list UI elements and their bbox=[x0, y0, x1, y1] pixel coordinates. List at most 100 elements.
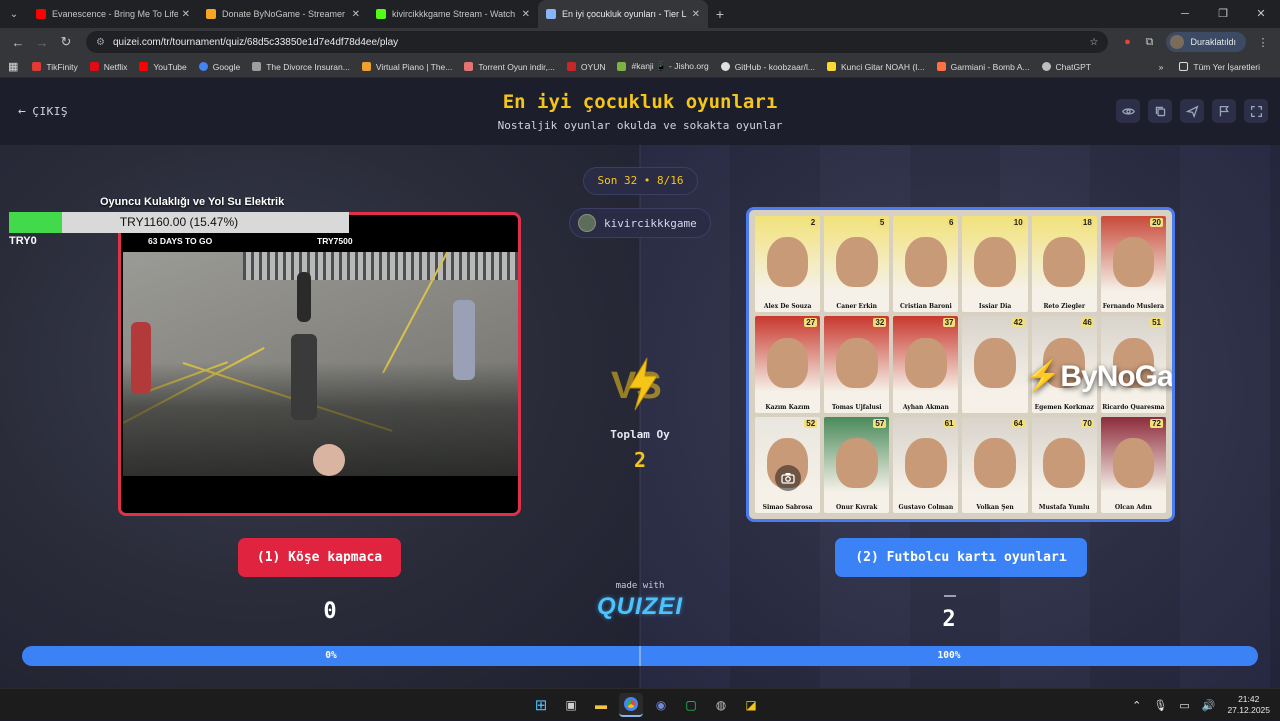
player-name: Gustavo Colman bbox=[898, 504, 954, 511]
volume-icon[interactable]: 🔊 bbox=[1202, 699, 1216, 712]
player-card: 72 Olcan Adın bbox=[1100, 416, 1166, 513]
extension-icon[interactable]: ● bbox=[1116, 36, 1138, 48]
camera-icon[interactable] bbox=[775, 465, 801, 491]
donation-progress-bar: TRY1160.00 (15.47%) bbox=[9, 212, 349, 233]
reload-icon[interactable]: ↻ bbox=[54, 34, 78, 50]
minimize-icon[interactable]: ─ bbox=[1166, 0, 1204, 28]
close-tab-icon[interactable]: ✕ bbox=[352, 9, 360, 20]
bookmark-favicon bbox=[936, 62, 946, 71]
app-icon[interactable]: ◪ bbox=[739, 693, 763, 717]
close-window-icon[interactable]: ✕ bbox=[1242, 0, 1280, 28]
player-name: Fernando Muslera bbox=[1102, 303, 1165, 311]
browser-menu-icon[interactable]: ⋮ bbox=[1252, 36, 1274, 49]
option-1-card[interactable] bbox=[118, 212, 521, 516]
system-clock[interactable]: 21:42 27.12.2025 bbox=[1227, 694, 1270, 716]
option-1-score: 0 bbox=[323, 599, 337, 624]
youtube-icon bbox=[36, 9, 46, 19]
bookmark-item[interactable]: #kanji 📱 - Jisho.org bbox=[617, 61, 709, 72]
option-2-card[interactable]: 2 Alex De Souza 5 Caner Erkin 6 Cristian Baro… bbox=[746, 207, 1175, 522]
player-number: 18 bbox=[1080, 218, 1094, 227]
back-icon[interactable]: ← bbox=[6, 35, 30, 50]
github-icon bbox=[720, 62, 730, 71]
round-indicator: Son 32 • 8/16 bbox=[583, 167, 698, 195]
quizei-logo[interactable]: QUIZEI bbox=[590, 593, 690, 621]
player-photo bbox=[1112, 237, 1155, 288]
all-bookmarks-folder[interactable]: Tüm Yer İşaretleri bbox=[1179, 62, 1260, 72]
bookmark-item[interactable]: The Divorce Insuran... bbox=[252, 62, 350, 72]
vote-option-1-button[interactable]: (1) Köşe kapmaca bbox=[238, 538, 401, 577]
discord-icon[interactable]: ◉ bbox=[649, 693, 673, 717]
browser-tab[interactable]: Donate ByNoGame - Streamer ✕ bbox=[198, 0, 368, 28]
option-1-image bbox=[123, 252, 518, 476]
new-tab-button[interactable]: + bbox=[708, 6, 732, 22]
bookmark-star-icon[interactable]: ☆ bbox=[1090, 37, 1099, 48]
bookmark-item[interactable]: ChatGPT bbox=[1041, 62, 1091, 72]
option-2-score: 2 bbox=[942, 607, 956, 632]
bookmark-favicon bbox=[566, 62, 576, 71]
bookmark-item[interactable]: OYUN bbox=[566, 62, 605, 72]
quizei-icon bbox=[546, 9, 556, 19]
bookmark-item[interactable]: TikFinity bbox=[32, 62, 78, 72]
close-tab-icon[interactable]: ✕ bbox=[182, 9, 190, 20]
tab-search-icon[interactable]: ⌄ bbox=[0, 0, 28, 28]
eye-button[interactable] bbox=[1116, 99, 1140, 123]
player-card: 5 Caner Erkin bbox=[824, 216, 890, 313]
clock-date: 27.12.2025 bbox=[1227, 705, 1270, 715]
task-view-icon[interactable]: ▣ bbox=[559, 693, 583, 717]
network-icon[interactable]: ▭ bbox=[1179, 699, 1189, 712]
player-name: Ayhan Akman bbox=[902, 403, 949, 411]
profile-button[interactable]: Duraklatıldı bbox=[1166, 32, 1246, 52]
player-card: 20 Fernando Muslera bbox=[1100, 216, 1166, 313]
vote-option-2-button[interactable]: (2) Futbolcu kartı oyunları bbox=[835, 538, 1087, 577]
steam-icon[interactable]: ◍ bbox=[709, 693, 733, 717]
bookmark-item[interactable]: Netflix bbox=[89, 62, 127, 72]
forward-icon[interactable]: → bbox=[30, 35, 54, 50]
extensions-puzzle-icon[interactable]: ⧉ bbox=[1138, 36, 1160, 49]
address-bar[interactable]: ⚙ quizei.com/tr/tournament/quiz/68d5c338… bbox=[86, 31, 1109, 53]
player-number: 2 bbox=[808, 218, 818, 227]
tray-chevron-icon[interactable]: ⌃ bbox=[1132, 699, 1141, 712]
player-number: 6 bbox=[947, 218, 956, 227]
bookmark-item[interactable]: Google bbox=[198, 62, 240, 72]
player-name: Mustafa Yumlu bbox=[1038, 504, 1090, 511]
send-icon bbox=[1185, 104, 1198, 118]
player-number: 61 bbox=[942, 418, 956, 428]
bookmark-item[interactable]: Virtual Piano | The... bbox=[361, 62, 452, 72]
taskbar-apps: ⊞ ▣ ▬ ◉ ▢ ◍ ◪ bbox=[526, 693, 766, 717]
bookmark-item[interactable]: GitHub - koobzaar/l... bbox=[720, 62, 815, 72]
restore-icon[interactable]: ❐ bbox=[1204, 0, 1242, 28]
apps-grid-icon[interactable]: ▦ bbox=[8, 60, 18, 73]
browser-tab-active[interactable]: En iyi çocukluk oyunları - Tier L ✕ bbox=[538, 0, 708, 28]
player-photo bbox=[1043, 237, 1086, 288]
browser-tab[interactable]: kivircikkkgame Stream - Watch ✕ bbox=[368, 0, 538, 28]
whatsapp-icon[interactable]: ▢ bbox=[679, 693, 703, 717]
streamer-name: kivircikkkgame bbox=[604, 216, 697, 230]
option-2-percentage: 100% bbox=[937, 650, 961, 661]
bookmark-item[interactable]: Kunci Gitar NOAH (I... bbox=[827, 62, 925, 72]
browser-tab[interactable]: Evanescence - Bring Me To Life ✕ bbox=[28, 0, 198, 28]
bookmark-item[interactable]: Torrent Oyun indir,... bbox=[464, 62, 555, 72]
player-photo bbox=[974, 237, 1016, 288]
child-figure bbox=[453, 300, 475, 380]
copy-button[interactable] bbox=[1148, 99, 1172, 123]
child-figure bbox=[291, 334, 317, 420]
bookmark-item[interactable]: Garmiani - Bomb A... bbox=[936, 62, 1030, 72]
site-info-icon[interactable]: ⚙ bbox=[96, 37, 105, 48]
bookmarks-bar: ▦ TikFinity Netflix YouTube Google The D… bbox=[0, 56, 1280, 78]
windows-start-icon[interactable]: ⊞ bbox=[529, 693, 553, 717]
header-actions bbox=[1108, 99, 1268, 123]
report-button[interactable] bbox=[1212, 99, 1236, 123]
bookmark-item[interactable]: YouTube bbox=[139, 62, 187, 72]
fullscreen-button[interactable] bbox=[1244, 99, 1268, 123]
close-tab-icon[interactable]: ✕ bbox=[522, 9, 530, 20]
share-button[interactable] bbox=[1180, 99, 1204, 123]
file-explorer-icon[interactable]: ▬ bbox=[589, 693, 613, 717]
bynogame-icon bbox=[206, 9, 216, 19]
chrome-icon[interactable] bbox=[619, 693, 643, 717]
close-tab-icon[interactable]: ✕ bbox=[692, 9, 700, 20]
more-bookmarks-icon[interactable]: » bbox=[1159, 62, 1164, 72]
player-name: Alex De Souza bbox=[763, 303, 812, 311]
tab-title: Donate ByNoGame - Streamer bbox=[222, 9, 346, 19]
microphone-icon[interactable]: 🎙 bbox=[1153, 699, 1167, 712]
player-name: Tomas Ujfalusi bbox=[831, 403, 882, 411]
